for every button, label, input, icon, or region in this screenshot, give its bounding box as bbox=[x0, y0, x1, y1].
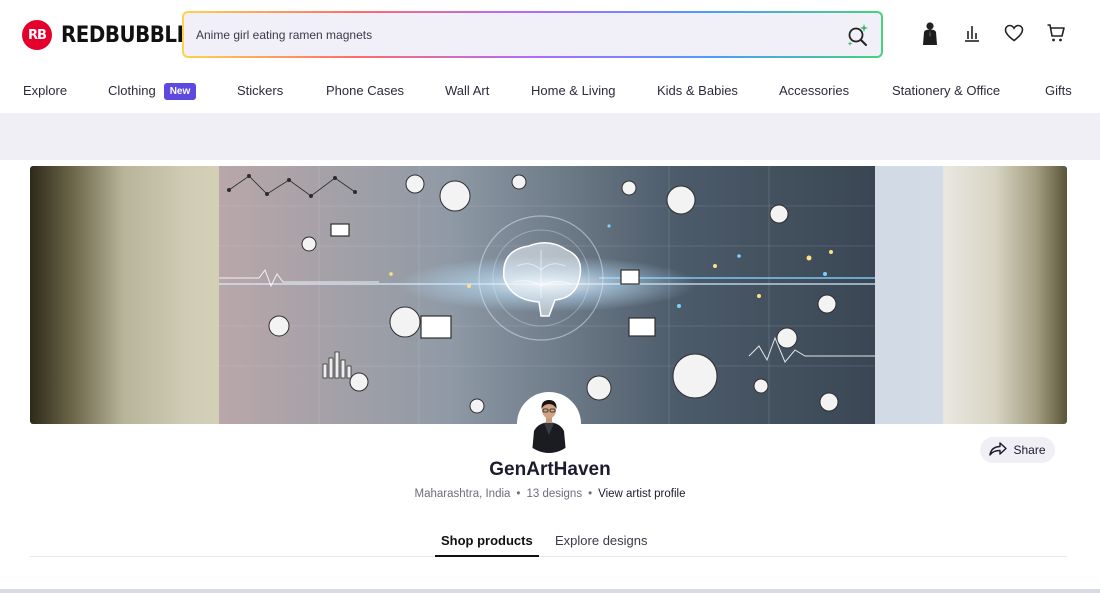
nav-item-label: Clothing bbox=[108, 83, 156, 98]
artist-meta: Maharashtra, India • 13 designs • View artis… bbox=[0, 488, 1100, 500]
artist-design-count: 13 designs bbox=[526, 488, 583, 500]
tab-shop-products[interactable]: Shop products bbox=[435, 533, 539, 557]
artist-name: GenArtHaven bbox=[489, 459, 611, 480]
window-bottom-edge bbox=[0, 589, 1100, 593]
share-label: Share bbox=[1013, 443, 1046, 457]
nav-item-accessories[interactable]: Accessories bbox=[779, 83, 849, 98]
search-bar bbox=[182, 11, 883, 58]
nav-item-stationery-office[interactable]: Stationery & Office bbox=[892, 83, 1000, 98]
nav-item-explore[interactable]: Explore bbox=[23, 83, 67, 98]
nav-item-clothing[interactable]: Clothing New bbox=[108, 83, 197, 100]
new-badge: New bbox=[163, 83, 197, 100]
nav-item-phone-cases[interactable]: Phone Cases bbox=[326, 83, 404, 98]
search-input[interactable] bbox=[196, 13, 816, 56]
artist-tabs: Shop products Explore designs bbox=[30, 522, 1067, 557]
heart-icon[interactable] bbox=[1004, 22, 1024, 44]
category-nav: Explore Clothing New Stickers Phone Cases… bbox=[0, 70, 1100, 113]
nav-item-wall-art[interactable]: Wall Art bbox=[445, 83, 489, 98]
account-icon[interactable] bbox=[920, 22, 940, 45]
meta-separator: • bbox=[588, 488, 593, 500]
meta-separator: • bbox=[516, 488, 521, 500]
artist-avatar bbox=[517, 392, 581, 456]
nav-item-home-living[interactable]: Home & Living bbox=[531, 83, 616, 98]
dashboard-icon[interactable] bbox=[962, 22, 982, 44]
logo-mark-icon: RB bbox=[22, 20, 52, 50]
tab-explore-designs[interactable]: Explore designs bbox=[555, 533, 648, 548]
share-icon bbox=[989, 441, 1008, 459]
nav-item-stickers[interactable]: Stickers bbox=[237, 83, 283, 98]
artist-banner bbox=[30, 166, 1067, 424]
search-inner bbox=[184, 13, 881, 56]
promo-band bbox=[0, 113, 1100, 160]
header-actions bbox=[920, 22, 1066, 45]
site-header: RB REDBUBBLE bbox=[0, 0, 1100, 70]
nav-item-kids-babies[interactable]: Kids & Babies bbox=[657, 83, 738, 98]
cart-icon[interactable] bbox=[1046, 22, 1066, 44]
redbubble-logo[interactable]: RB REDBUBBLE bbox=[22, 20, 204, 50]
artist-location: Maharashtra, India bbox=[414, 488, 511, 500]
ai-search-icon[interactable] bbox=[845, 22, 871, 48]
logo-wordmark: REDBUBBLE bbox=[61, 22, 190, 48]
banner-artwork bbox=[219, 166, 875, 424]
nav-item-gifts[interactable]: Gifts bbox=[1045, 83, 1072, 98]
view-artist-profile-link[interactable]: View artist profile bbox=[598, 488, 685, 500]
